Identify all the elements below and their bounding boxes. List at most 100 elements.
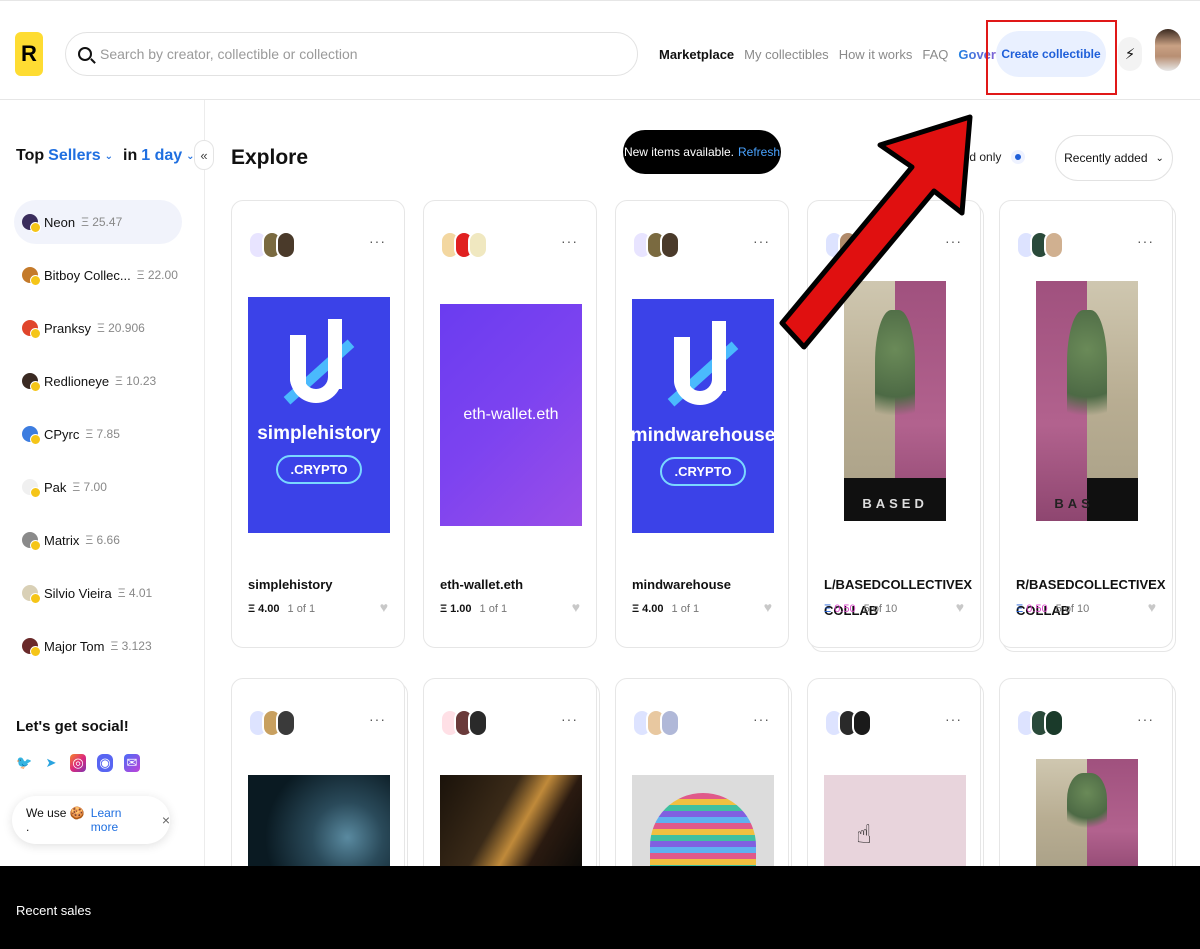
more-options-icon[interactable]: ···	[369, 233, 386, 249]
avatar	[22, 638, 41, 657]
owner-avatars	[440, 231, 488, 259]
hand-icon: ☝	[856, 819, 872, 849]
more-options-icon[interactable]: ···	[1137, 711, 1154, 727]
collectible-card[interactable]: ··· simplehistory .CRYPTO simplehistory …	[231, 200, 405, 648]
seller-amount: Ξ 6.66	[85, 533, 120, 547]
collectible-card[interactable]: ···	[423, 678, 597, 879]
seller-name: Pranksy	[44, 320, 91, 336]
more-options-icon[interactable]: ···	[561, 711, 578, 727]
chevron-down-icon[interactable]: ⌄	[105, 151, 113, 162]
collectible-title[interactable]: R/BASEDCOLLECTIVEXCOLLAB	[1016, 572, 1166, 624]
collectible-image[interactable]: eth-wallet.eth	[440, 304, 582, 526]
avatar	[22, 532, 41, 551]
more-options-icon[interactable]: ···	[753, 711, 770, 727]
nav-faq[interactable]: FAQ	[922, 47, 948, 62]
collectible-image[interactable]: mindwarehouse .CRYPTO	[632, 299, 774, 533]
collectible-title[interactable]: eth-wallet.eth	[440, 572, 590, 598]
cookie-text: We use 🍪 .	[26, 806, 85, 834]
avatar	[22, 426, 41, 445]
art-pill: .CRYPTO	[660, 457, 746, 486]
seller-item[interactable]: Pranksy Ξ 20.906	[14, 306, 157, 350]
discord-icon[interactable]: ◉	[97, 754, 113, 772]
seller-amount: Ξ 7.00	[72, 480, 107, 494]
collectible-image[interactable]: BAS	[1036, 281, 1138, 521]
verified-only-toggle[interactable]: ied only	[960, 150, 1026, 164]
seller-item[interactable]: Neon Ξ 25.47	[14, 200, 182, 244]
art-text: mindwarehouse	[632, 425, 774, 446]
top-sellers-list: Neon Ξ 25.47 Bitboy Collec... Ξ 22.00 Pranks…	[14, 200, 194, 677]
rarible-logo[interactable]: R	[15, 32, 43, 76]
recent-sales-label[interactable]: Recent sales	[16, 903, 91, 918]
cookie-learn-more-link[interactable]: Learn more	[91, 806, 148, 834]
collectible-card[interactable]: ··· BAS R/BASEDCOLLECTIVEXCOLLAB Ξ 0.50 …	[999, 200, 1173, 648]
search-bar[interactable]	[65, 32, 638, 76]
collectible-card[interactable]: ··· eth-wallet.eth eth-wallet.eth Ξ 1.00…	[423, 200, 597, 648]
user-avatar[interactable]	[1155, 29, 1181, 71]
mail-icon[interactable]: ✉	[124, 754, 140, 772]
collectible-card[interactable]: ···	[615, 678, 789, 879]
collectible-card[interactable]: ···	[999, 678, 1173, 879]
sellers-dropdown[interactable]: Sellers	[48, 147, 100, 165]
seller-name: CPyrc	[44, 426, 80, 442]
sort-dropdown[interactable]: Recently added ⌄	[1055, 135, 1173, 181]
twitter-icon[interactable]: 🐦	[16, 754, 32, 772]
collectible-image[interactable]	[1036, 759, 1138, 879]
heart-icon[interactable]: ♥	[572, 599, 580, 615]
seller-item[interactable]: Bitboy Collec... Ξ 22.00	[14, 253, 190, 297]
collectible-title[interactable]: simplehistory	[248, 572, 398, 598]
avatar	[276, 709, 296, 737]
heart-icon[interactable]: ♥	[764, 599, 772, 615]
top-sellers-title: Top Sellers ⌄ in 1 day ⌄	[16, 147, 201, 165]
more-options-icon[interactable]: ···	[561, 233, 578, 249]
more-options-icon[interactable]: ···	[753, 233, 770, 249]
collectible-card[interactable]: ··· mindwarehouse .CRYPTO mindwarehouse …	[615, 200, 789, 648]
collectible-card[interactable]: ···	[231, 678, 405, 879]
collectible-card[interactable]: ··· BASED L/BASEDCOLLECTIVEXCOLLAB Ξ 0.5…	[807, 200, 981, 648]
refresh-link[interactable]: Refresh	[738, 145, 780, 159]
seller-item[interactable]: Redlioneye Ξ 10.23	[14, 359, 168, 403]
collectible-image[interactable]: ☝	[824, 775, 966, 879]
create-collectible-button[interactable]: Create collectible	[996, 31, 1106, 77]
title-in: in	[123, 147, 138, 164]
seller-item[interactable]: Silvio Vieira Ξ 4.01	[14, 571, 164, 615]
avatar	[22, 214, 41, 233]
instagram-icon[interactable]: ◎	[70, 754, 86, 772]
telegram-icon[interactable]: ➤	[43, 754, 59, 772]
seller-item[interactable]: CPyrc Ξ 7.85	[14, 412, 132, 456]
collectible-image[interactable]	[440, 775, 582, 879]
collectible-image[interactable]: BASED	[844, 281, 946, 521]
heart-icon[interactable]: ♥	[1148, 599, 1156, 615]
heart-icon[interactable]: ♥	[956, 599, 964, 615]
toggle-icon[interactable]	[1011, 150, 1026, 164]
more-options-icon[interactable]: ···	[369, 711, 386, 727]
seller-item[interactable]: Matrix Ξ 6.66	[14, 518, 132, 562]
collapse-sidebar-button[interactable]: «	[194, 140, 214, 170]
more-options-icon[interactable]: ···	[945, 233, 962, 249]
page-title: Explore	[231, 146, 309, 169]
period-dropdown[interactable]: 1 day	[141, 147, 182, 165]
avatar	[22, 320, 41, 339]
collectible-image[interactable]	[248, 775, 390, 879]
nav-marketplace[interactable]: Marketplace	[659, 47, 734, 62]
more-options-icon[interactable]: ···	[945, 711, 962, 727]
collectible-image[interactable]: simplehistory .CRYPTO	[248, 297, 390, 533]
collectible-image[interactable]	[632, 775, 774, 879]
collectible-title[interactable]: L/BASEDCOLLECTIVEXCOLLAB	[824, 572, 974, 624]
more-options-icon[interactable]: ···	[1137, 233, 1154, 249]
heart-icon[interactable]: ♥	[380, 599, 388, 615]
seller-name: Major Tom	[44, 638, 105, 654]
collectible-title[interactable]: mindwarehouse	[632, 572, 782, 598]
avatar	[22, 267, 41, 286]
nav-my-collectibles[interactable]: My collectibles	[744, 47, 829, 62]
art-pill: .CRYPTO	[276, 455, 362, 484]
seller-item[interactable]: Pak Ξ 7.00	[14, 465, 119, 509]
close-icon[interactable]: ×	[162, 812, 170, 828]
seller-item[interactable]: Major Tom Ξ 3.123	[14, 624, 164, 668]
price-row: Ξ 4.00 1 of 1	[632, 603, 699, 615]
collectible-card[interactable]: ··· ☝	[807, 678, 981, 879]
bolt-icon[interactable]: ⚡	[1118, 37, 1142, 71]
avatar	[1044, 709, 1064, 737]
nav-how-it-works[interactable]: How it works	[839, 47, 913, 62]
price-row: Ξ 0.50 5 of 10	[1016, 603, 1089, 615]
search-input[interactable]	[100, 46, 600, 62]
